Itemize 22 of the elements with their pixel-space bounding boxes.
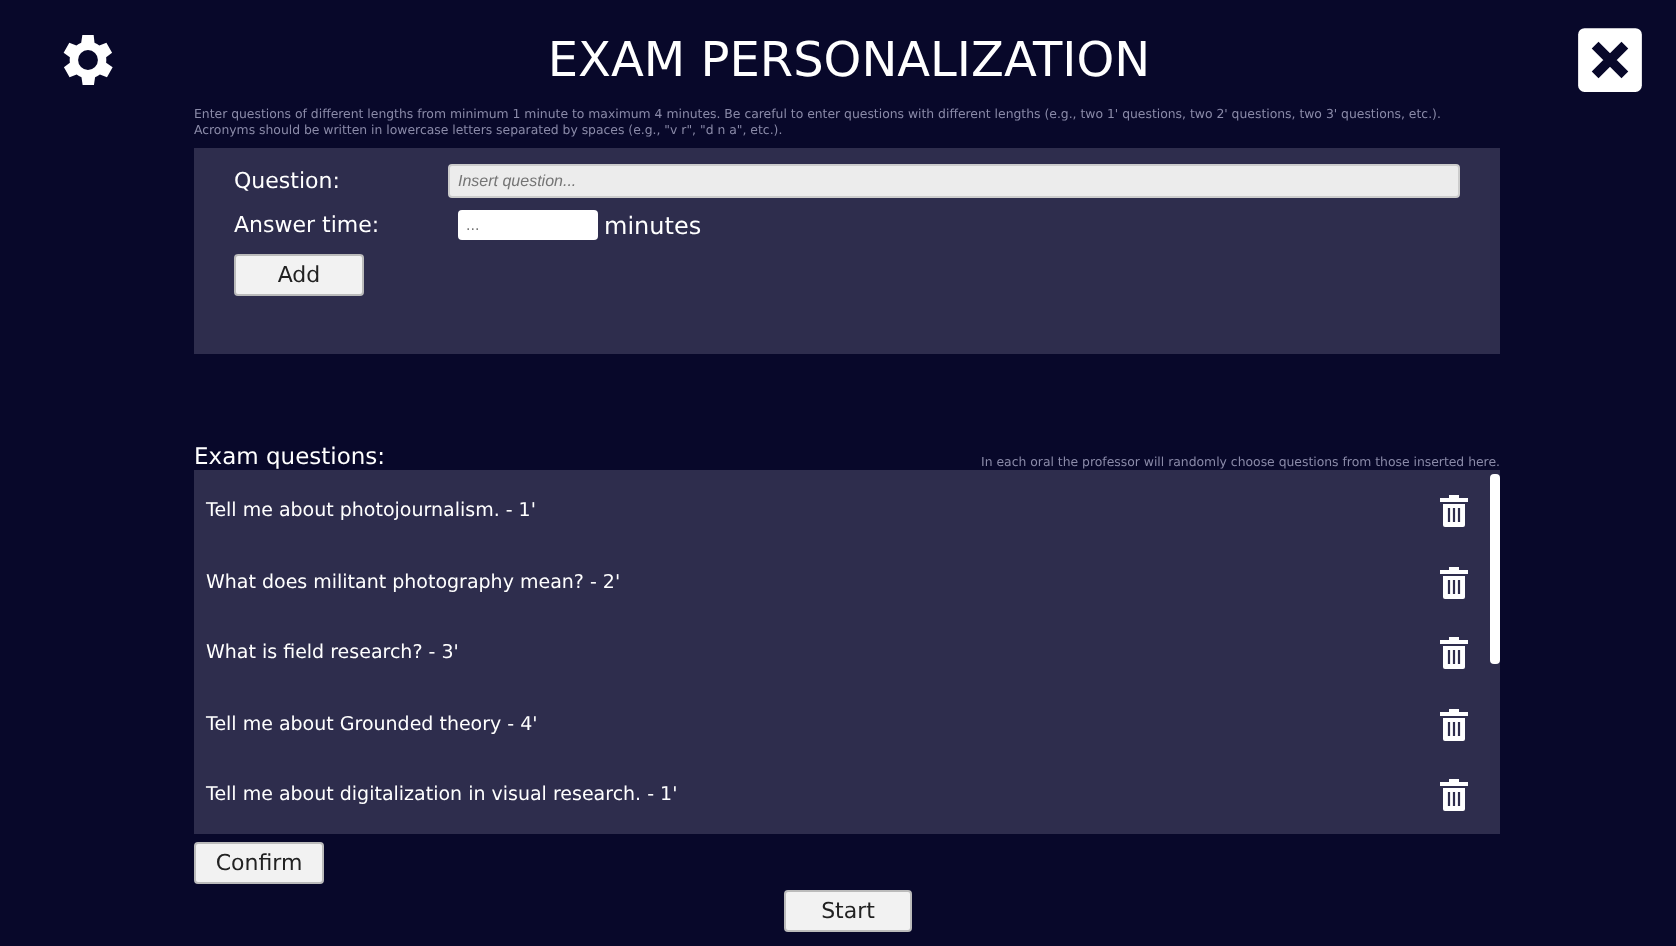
question-text: Tell me about Grounded theory - 4' [206,713,538,736]
scrollbar[interactable] [1490,474,1500,665]
page-title: EXAM PERSONALIZATION [547,32,1151,88]
confirm-button[interactable]: Confirm [194,842,324,885]
question-text: What is field research? - 3' [206,642,459,665]
question-text: Tell me about photojournalism. - 1' [206,500,536,523]
add-button[interactable]: Add [234,254,364,297]
question-text: Tell me about digitalization in visual research. - 1' [206,784,678,807]
answer-time-field[interactable]: ... [458,210,598,241]
trash-icon[interactable] [1440,707,1468,742]
trash-icon[interactable] [1440,636,1468,671]
close-icon[interactable] [1575,26,1644,94]
answer-time-label: Answer time: [234,212,382,239]
question-field[interactable]: Insert question... [448,164,1460,199]
start-button[interactable]: Start [784,890,912,932]
question-label: Question: [234,168,342,195]
trash-icon[interactable] [1440,565,1468,600]
question-text: What does militant photography mean? - 2' [206,571,621,594]
trash-icon[interactable] [1440,494,1468,529]
minutes-label: minutes [604,211,702,240]
trash-icon[interactable] [1440,778,1468,813]
section-title: Exam questions: [194,442,386,471]
